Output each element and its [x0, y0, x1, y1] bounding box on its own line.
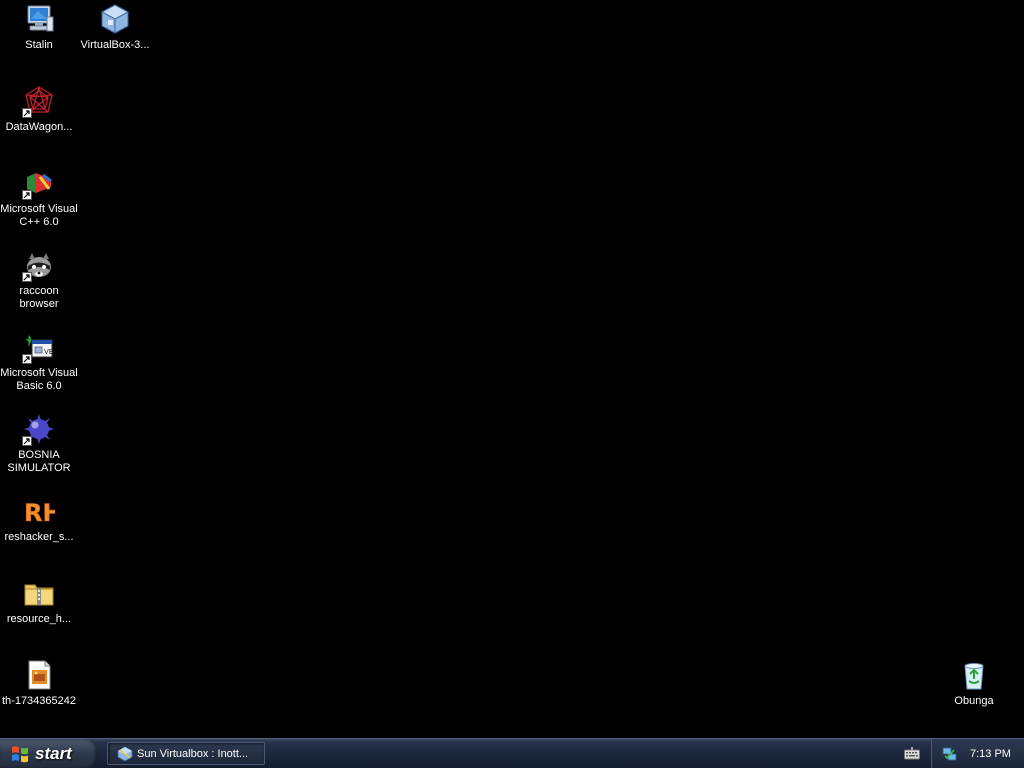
desktop-icon-recycle-bin[interactable]: Obunga	[935, 658, 1013, 708]
image-file-icon	[22, 658, 56, 692]
taskbar-button-label: Sun Virtualbox : Inott...	[137, 747, 249, 760]
desktop-icon-label: Microsoft Visual C++ 6.0	[0, 203, 78, 228]
taskbar-button-virtualbox[interactable]: Sun Virtualbox : Inott...	[107, 742, 265, 765]
start-button[interactable]: start	[0, 739, 98, 768]
visual-basic-icon: VB	[22, 330, 56, 364]
svg-text:RH: RH	[24, 499, 55, 527]
svg-text:VB: VB	[44, 348, 54, 356]
windows-logo-icon	[10, 744, 30, 764]
desktop-icon-label: Stalin	[25, 39, 53, 51]
desktop-icon-virtualbox[interactable]: VirtualBox-3...	[76, 2, 154, 52]
desktop-icon-label: BOSNIA SIMULATOR	[7, 449, 71, 474]
clock[interactable]: 7:13 PM	[970, 748, 1011, 760]
desktop-icon-stalin[interactable]: Stalin	[0, 2, 78, 52]
my-computer-icon	[22, 2, 56, 36]
desktop-icon-label: VirtualBox-3...	[80, 39, 150, 51]
desktop-icon-label: reshacker_s...	[4, 531, 74, 543]
desktop-icon-image-file[interactable]: th-1734365242	[0, 658, 78, 708]
desktop-icon-label: Microsoft Visual Basic 6.0	[0, 367, 78, 392]
desktop-icon-bosnia-simulator[interactable]: BOSNIA SIMULATOR	[0, 412, 78, 475]
desktop-icon-resource-zip[interactable]: resource_h...	[0, 576, 78, 626]
desktop-icon-label: th-1734365242	[1, 695, 76, 707]
shortcut-arrow-icon	[22, 436, 32, 446]
start-label: start	[35, 744, 72, 763]
desktop-icon-label: raccoon browser	[19, 285, 59, 310]
shortcut-arrow-icon	[22, 190, 32, 200]
desktop-icon-label: resource_h...	[6, 613, 72, 625]
virtualbox-icon	[98, 2, 132, 36]
virtualbox-icon	[117, 746, 133, 762]
recycle-bin-icon	[957, 658, 991, 692]
bosnia-simulator-icon	[22, 412, 56, 446]
shortcut-arrow-icon	[22, 354, 32, 364]
network-icon[interactable]	[942, 746, 958, 762]
raccoon-icon	[22, 248, 56, 282]
keyboard-icon[interactable]	[904, 747, 920, 761]
desktop-icon-label: DataWagon...	[5, 121, 73, 133]
reshacker-icon: RH	[22, 494, 56, 528]
shortcut-arrow-icon	[22, 272, 32, 282]
visual-cpp-icon	[22, 166, 56, 200]
desktop-icon-reshacker[interactable]: RH reshacker_s...	[0, 494, 78, 544]
datawagon-icon	[22, 84, 56, 118]
desktop-icon-datawagon[interactable]: DataWagon...	[0, 84, 78, 134]
zip-folder-icon	[22, 576, 56, 610]
desktop-icon-visual-basic[interactable]: VB Microsoft Visual Basic 6.0	[0, 330, 78, 393]
desktop-icon-label: Obunga	[954, 695, 994, 707]
system-tray: 7:13 PM	[931, 739, 1024, 768]
taskbar: start Sun Virtualbox : Inott... 7:13 PM	[0, 738, 1024, 768]
desktop-icon-raccoon-browser[interactable]: raccoon browser	[0, 248, 78, 311]
shortcut-arrow-icon	[22, 108, 32, 118]
desktop-icon-visual-cpp[interactable]: Microsoft Visual C++ 6.0	[0, 166, 78, 229]
